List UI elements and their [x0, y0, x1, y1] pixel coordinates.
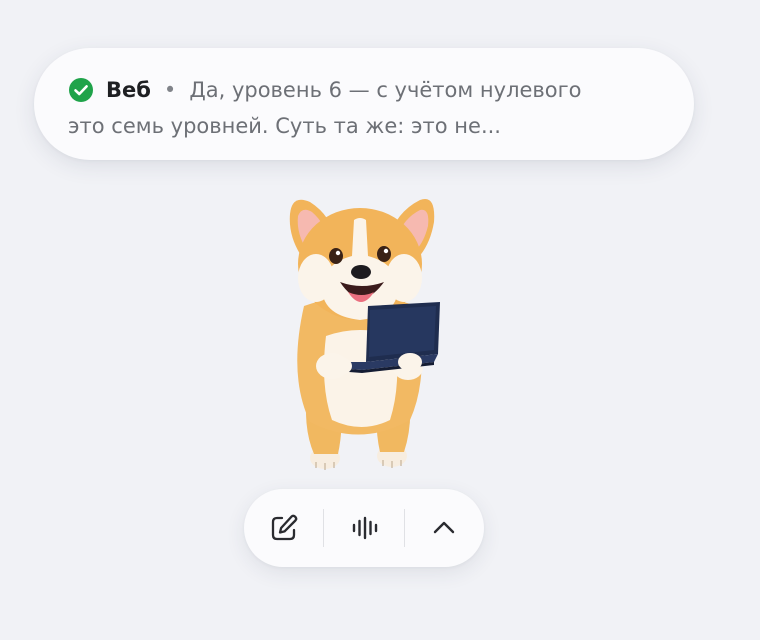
notification-text-line2: это семь уровней. Суть та же: это не... [68, 114, 501, 138]
chevron-up-icon [434, 521, 455, 534]
notification-header: Веб • Да, уровень 6 — с учётом нулевого [68, 73, 664, 107]
voice-waveform-icon [352, 516, 378, 540]
corgi-mascot-image [289, 198, 440, 470]
action-toolbar [244, 489, 484, 567]
notification-source: Веб [106, 78, 151, 102]
check-circle-icon [69, 78, 93, 102]
separator-dot: • [163, 78, 177, 102]
notification-bubble[interactable]: Веб • Да, уровень 6 — с учётом нулевого … [34, 48, 694, 160]
notification-text-line1: Да, уровень 6 — с учётом нулевого [189, 78, 582, 102]
edit-button[interactable] [244, 489, 323, 567]
voice-button[interactable] [324, 489, 403, 567]
edit-icon [271, 514, 298, 541]
expand-button[interactable] [405, 489, 484, 567]
